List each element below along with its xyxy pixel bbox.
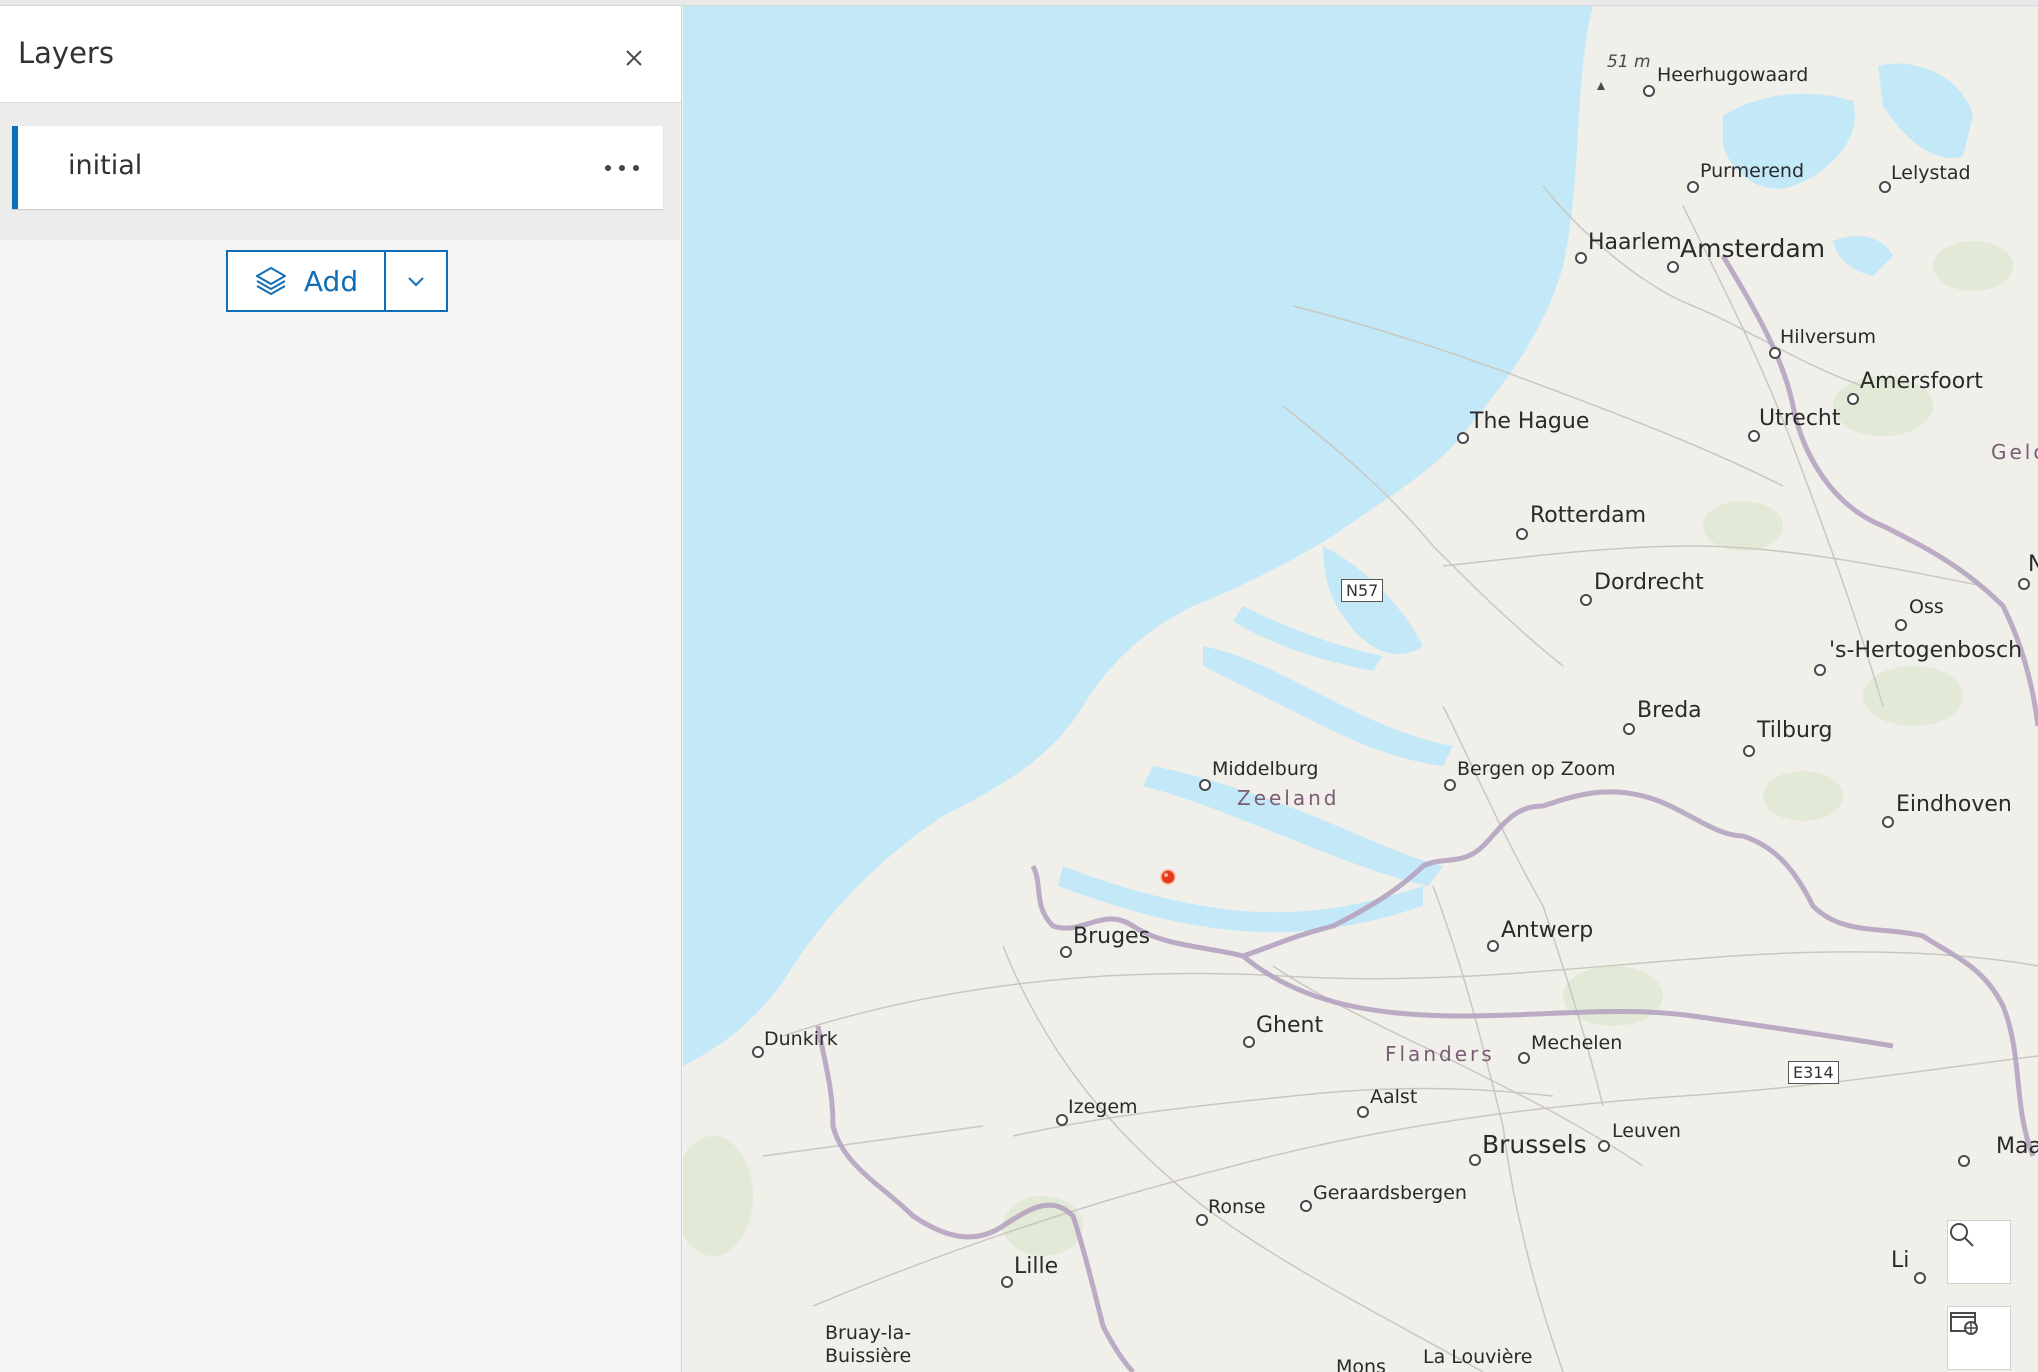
map-search-button[interactable] <box>1947 1220 2011 1284</box>
place-brussels: Brussels <box>1482 1130 1587 1159</box>
place-dunkirk: Dunkirk <box>764 1028 838 1050</box>
place-liege: Li <box>1891 1248 1910 1273</box>
place-haarlem: Haarlem <box>1588 230 1682 255</box>
road-shield-e314: E314 <box>1788 1061 1839 1084</box>
road-shield-n57: N57 <box>1341 579 1384 602</box>
add-dropdown-button[interactable] <box>384 252 446 310</box>
region-zeeland: Zeeland <box>1237 786 1340 810</box>
region-gelderland: Gelc <box>1991 440 2038 464</box>
place-lille: Lille <box>1014 1254 1059 1279</box>
panel-header: Layers <box>0 6 681 103</box>
place-antwerp: Antwerp <box>1501 918 1594 943</box>
place-mons: Mons <box>1336 1356 1386 1372</box>
place-bergen-op-zoom: Bergen op Zoom <box>1457 758 1616 780</box>
place-ronse: Ronse <box>1208 1196 1266 1218</box>
place-rotterdam: Rotterdam <box>1530 503 1647 528</box>
basemap-gallery-button[interactable] <box>1947 1306 2011 1370</box>
place-buissiere: Buissière <box>825 1345 912 1367</box>
place-the-hague: The Hague <box>1470 409 1590 434</box>
place-purmerend: Purmerend <box>1700 160 1805 182</box>
place-izegem: Izegem <box>1068 1096 1138 1118</box>
place-hilversum: Hilversum <box>1780 326 1877 348</box>
chevron-down-icon <box>408 277 424 287</box>
more-horizontal-icon <box>605 165 639 171</box>
point-marker[interactable] <box>1159 868 1177 886</box>
place-leuven: Leuven <box>1612 1120 1681 1142</box>
close-icon <box>626 50 642 66</box>
elevation-label: 51 m <box>1607 52 1651 72</box>
place-amersfoort: Amersfoort <box>1860 369 1983 394</box>
place-geraardsbergen: Geraardsbergen <box>1313 1182 1467 1204</box>
place-heerhugowaard: Heerhugowaard <box>1657 64 1809 86</box>
panel-title: Layers <box>18 36 114 70</box>
add-label: Add <box>303 264 359 298</box>
layers-icon <box>255 267 286 295</box>
place-middelburg: Middelburg <box>1212 758 1319 780</box>
basemap <box>683 6 2038 1372</box>
place-oss: Oss <box>1909 596 1944 618</box>
place-hertogenbosch: 's-Hertogenbosch <box>1829 638 2023 663</box>
place-tilburg: Tilburg <box>1757 718 1833 743</box>
layer-options-button[interactable] <box>596 146 648 190</box>
basemap-gallery-icon <box>1950 1312 1978 1335</box>
place-la-louviere: La Louvière <box>1423 1346 1533 1368</box>
layer-list: initial <box>0 103 680 240</box>
place-breda: Breda <box>1637 698 1702 723</box>
place-edge-n: N <box>2028 552 2038 577</box>
place-eindhoven: Eindhoven <box>1896 792 2012 817</box>
place-bruay: Bruay-la- <box>825 1322 912 1344</box>
place-utrecht: Utrecht <box>1759 406 1841 431</box>
add-layer-split-button: Add <box>226 250 448 312</box>
add-layer-button[interactable]: Add <box>228 252 384 310</box>
place-maastricht: Maastr <box>1996 1134 2038 1159</box>
place-amsterdam: Amsterdam <box>1680 234 1826 263</box>
close-button[interactable] <box>612 36 656 80</box>
region-flanders: Flanders <box>1385 1042 1495 1066</box>
place-lelystad: Lelystad <box>1891 162 1971 184</box>
layer-name: initial <box>68 150 143 181</box>
search-icon <box>1950 1223 1974 1247</box>
place-dordrecht: Dordrecht <box>1594 570 1704 595</box>
layer-item[interactable]: initial <box>12 126 663 209</box>
layers-panel: Layers initial Add <box>0 6 682 1372</box>
place-bruges: Bruges <box>1073 924 1151 949</box>
place-mechelen: Mechelen <box>1531 1032 1623 1054</box>
place-aalst: Aalst <box>1370 1086 1418 1108</box>
map-view[interactable]: 51 m Heerhugowaard Purmerend Lelystad Ha… <box>683 6 2038 1372</box>
place-ghent: Ghent <box>1256 1013 1324 1038</box>
